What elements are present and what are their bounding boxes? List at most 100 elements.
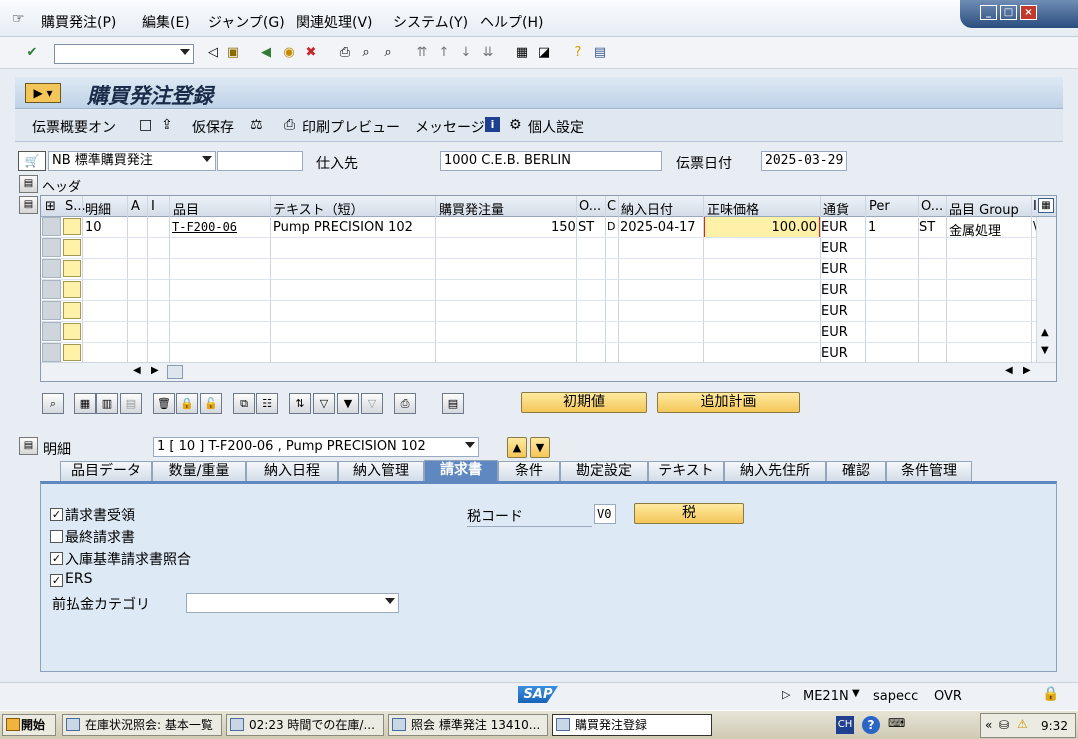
settings-list-icon[interactable]: ▤ [442,393,464,414]
status-field[interactable] [63,260,81,277]
column-header[interactable]: Per [869,199,890,214]
status-field[interactable] [63,239,81,256]
select-all-icon[interactable]: ▦ [74,393,96,414]
gr-based-iv-checkbox[interactable]: ✓ [50,552,63,565]
print-preview-icon[interactable]: ⎙ [284,117,295,133]
table-settings-icon[interactable]: ▦ [1038,198,1054,213]
select-all-icon[interactable]: ⊞ [45,199,56,214]
collapse-item-detail-icon[interactable]: ▤ [19,437,38,455]
price-unit[interactable]: 1 [868,220,876,235]
downpayment-category-select[interactable] [186,593,399,613]
menu-drop-icon[interactable]: ▶ ▾ [25,83,61,103]
row-selector[interactable] [42,280,61,299]
filter-delete-icon[interactable]: ▽ [361,393,383,414]
menu-system[interactable]: システム(Y) [393,12,468,32]
taskbar-item[interactable]: 照会 標準発注 13410... [388,714,548,736]
row-selector[interactable] [42,301,61,320]
currency[interactable]: EUR [821,241,848,256]
tax-code-field[interactable]: V0 [594,504,616,524]
restore-button[interactable]: □ [1000,5,1017,20]
minimize-button[interactable]: _ [980,5,997,20]
command-field[interactable] [54,44,194,64]
ime-pad-icon[interactable]: ⌨ [888,716,905,730]
deselect-all-icon[interactable]: ▥ [96,393,118,414]
table-row[interactable]: EUR [41,259,1036,280]
column-header[interactable]: O... [921,199,943,214]
next-item-button[interactable]: ▼ [530,437,550,458]
first-page-icon[interactable]: ⇈ [414,45,430,61]
currency[interactable]: EUR [821,262,848,277]
status-field[interactable] [63,323,81,340]
warning-icon[interactable]: ⚠ [1017,717,1028,731]
default-values-button[interactable]: 初期値 [521,392,647,413]
order-price-unit[interactable]: ST [919,220,935,235]
chevron-down-icon[interactable] [202,156,212,162]
layout-icon[interactable]: ▤ [592,45,608,61]
column-header[interactable]: 品目 [173,199,199,218]
tab-delivery[interactable]: 納入管理 [338,461,424,481]
previous-page-icon[interactable]: ↑ [436,45,452,61]
chevron-down-icon[interactable] [385,598,395,604]
row-selector[interactable] [42,238,61,257]
chevron-left-icon[interactable]: ◁ [205,45,221,61]
material-link[interactable]: T-F200-06 [172,220,237,234]
scroll-thumb[interactable] [167,365,183,379]
tax-button[interactable]: 税 [634,503,744,524]
currency[interactable]: EUR [821,283,848,298]
column-header[interactable]: テキスト（短） [273,199,364,218]
document-overview-button[interactable]: 伝票概要オン [32,117,116,137]
cancel-icon[interactable]: ✖ [303,45,319,61]
additional-planning-button[interactable]: 追加計画 [657,392,800,413]
column-header[interactable]: 納入日付 [621,199,673,218]
menu-icon[interactable]: ☞ [12,11,25,27]
expand-tray-icon[interactable]: « [985,718,992,732]
menu-purchase-order[interactable]: 購買発注(P) [41,12,116,32]
column-header[interactable]: O... [579,199,601,214]
short-text[interactable]: Pump PRECISION 102 [273,220,413,235]
chevron-down-icon[interactable] [180,49,190,55]
exit-icon[interactable]: ◉ [281,45,297,61]
scroll-up-icon[interactable]: ▲ [1041,327,1049,338]
previous-item-button[interactable]: ▲ [507,437,527,458]
currency[interactable]: EUR [821,346,848,361]
tab-conditions[interactable]: 条件 [498,461,560,481]
start-button[interactable]: 開始 [2,714,56,736]
net-price-field[interactable]: 100.00 [704,217,820,237]
status-field[interactable] [63,302,81,319]
ime-indicator[interactable]: CH [836,716,854,734]
scroll-right-icon[interactable]: ▶ [1023,365,1031,376]
find-icon[interactable]: ⌕ [358,45,374,61]
expand-header-icon[interactable]: ▤ [19,175,38,193]
create-icon[interactable]: □ [139,117,152,133]
column-header[interactable]: 購買発注量 [439,199,504,218]
scroll-left-icon[interactable]: ◀ [133,365,141,376]
column-header[interactable]: 正味価格 [707,199,759,218]
network-icon[interactable]: ⛁ [999,718,1009,732]
scroll-down-icon[interactable]: ▼ [1041,345,1049,356]
menu-goto[interactable]: ジャンプ(G) [208,12,285,32]
row-selector[interactable] [42,217,61,236]
item-select[interactable]: 1 [ 10 ] T-F200-06 , Pump PRECISION 102 [153,437,479,457]
column-header[interactable]: C [607,199,616,214]
unlock-icon[interactable]: 🔓 [200,393,222,414]
tab-material-data[interactable]: 品目データ [60,461,152,481]
item-details-icon[interactable]: ⌕ [42,393,64,414]
table-row[interactable]: EUR [41,322,1036,343]
table-row[interactable]: EUR [41,301,1036,322]
personal-settings-button[interactable]: 個人設定 [528,117,584,137]
print-list-icon[interactable]: ⎙ [394,393,416,414]
back-icon[interactable]: ◀ [258,45,274,61]
document-number-field[interactable] [217,151,303,171]
row-selector[interactable] [42,322,61,341]
taskbar-item-active[interactable]: 購買発注登録 [552,714,712,736]
check-icon[interactable]: ⚖ [250,117,263,133]
po-quantity[interactable]: 150 [551,220,576,235]
help-icon[interactable]: ? [570,45,586,61]
material-group[interactable]: 金属処理 [949,220,1001,239]
find-next-icon[interactable]: ⌕ [380,45,396,61]
info-icon[interactable]: i [485,117,500,132]
menu-environment[interactable]: 関連処理(V) [296,12,373,32]
shortcut-icon[interactable]: ◪ [536,45,552,61]
table-row[interactable]: EUR [41,343,1036,364]
copy-icon[interactable]: ⧉ [233,393,255,414]
